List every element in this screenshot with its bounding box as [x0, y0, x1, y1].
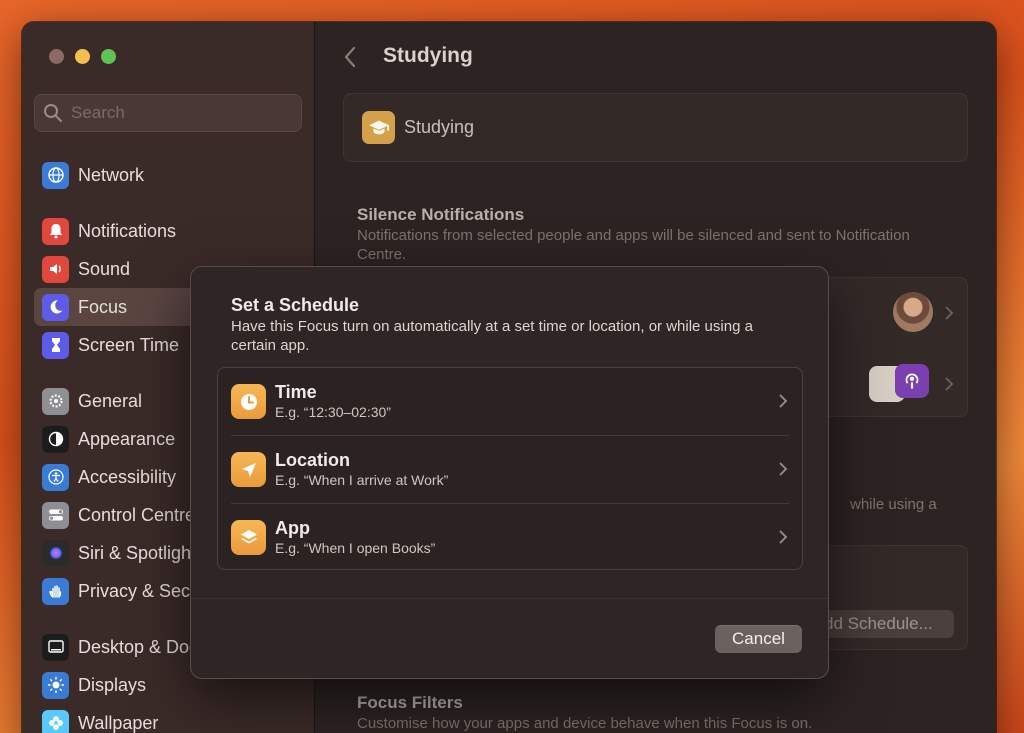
option-example: E.g. “When I arrive at Work” [275, 472, 449, 488]
focus-filters-heading: Focus Filters [357, 693, 463, 712]
globe-icon [42, 161, 69, 189]
avatar[interactable] [893, 292, 933, 332]
siri-icon [42, 539, 69, 567]
set-schedule-modal: Set a Schedule Have this Focus turn on a… [190, 266, 829, 679]
chevron-right-icon [779, 530, 788, 544]
search-field[interactable] [34, 94, 302, 132]
search-icon [44, 104, 62, 122]
chevron-right-icon[interactable] [943, 376, 955, 392]
traffic-lights [49, 49, 116, 64]
sidebar-item-label: Displays [78, 674, 147, 695]
option-app[interactable]: App E.g. “When I open Books” [218, 504, 802, 571]
flower-icon [42, 709, 69, 733]
sidebar-item-label: Desktop & Dock [78, 636, 208, 657]
modal-divider [191, 598, 828, 599]
page-title: Studying [383, 44, 473, 67]
clock-icon [231, 384, 266, 419]
option-location[interactable]: Location E.g. “When I arrive at Work” [218, 436, 802, 503]
option-label: Time [275, 382, 317, 402]
sidebar-item-label: General [78, 390, 143, 411]
close-window-button[interactable] [49, 49, 64, 64]
app-icons[interactable] [869, 364, 929, 404]
layers-icon [231, 520, 266, 555]
graduation-cap-icon [362, 111, 395, 144]
option-time[interactable]: Time E.g. “12:30–02:30” [218, 368, 802, 435]
schedule-options: Time E.g. “12:30–02:30” Location E.g. “W… [217, 367, 803, 570]
focus-filters-description: Customise how your apps and device behav… [357, 715, 813, 732]
option-label: Location [275, 450, 350, 470]
silence-heading: Silence Notifications [357, 205, 525, 224]
speaker-icon [42, 255, 69, 283]
option-label: App [275, 518, 310, 538]
search-input[interactable] [71, 103, 271, 123]
chevron-right-icon [779, 462, 788, 476]
sidebar-item-label: Sound [78, 258, 131, 279]
focus-name-card[interactable]: Studying [343, 93, 968, 162]
schedule-description-partial: while using a [850, 496, 937, 513]
back-chevron-icon[interactable] [340, 44, 360, 70]
gear-icon [42, 387, 69, 415]
sidebar-item-label: Wallpaper [78, 712, 159, 733]
silence-description: Notifications from selected people and a… [357, 227, 910, 263]
sidebar-item-network[interactable]: Network [34, 156, 304, 194]
dock-icon [42, 633, 69, 661]
minimize-window-button[interactable] [75, 49, 90, 64]
location-arrow-icon [231, 452, 266, 487]
sidebar-item-label: Accessibility [78, 466, 177, 487]
sidebar-item-label: Notifications [78, 220, 177, 241]
chevron-right-icon[interactable] [943, 305, 955, 321]
sun-icon [42, 671, 69, 699]
sidebar-item-notifications[interactable]: Notifications [34, 212, 304, 250]
sidebar-item-label: Siri & Spotlight [78, 542, 197, 563]
modal-title: Set a Schedule [231, 295, 360, 315]
toggles-icon [42, 501, 69, 529]
moon-icon [42, 293, 69, 321]
sidebar-item-label: Appearance [78, 428, 176, 449]
sidebar-item-wallpaper[interactable]: Wallpaper [34, 704, 304, 733]
hourglass-icon [42, 331, 69, 359]
sidebar-item-label: Network [78, 164, 145, 185]
option-example: E.g. “12:30–02:30” [275, 404, 391, 420]
sidebar-item-label: Focus [78, 296, 128, 317]
appearance-icon [42, 425, 69, 453]
accessibility-icon [42, 463, 69, 491]
modal-description: Have this Focus turn on automatically at… [231, 318, 753, 354]
sidebar-item-label: Screen Time [78, 334, 180, 355]
bell-icon [42, 217, 69, 245]
add-schedule-button[interactable]: dd Schedule... [816, 610, 954, 638]
hand-icon [42, 577, 69, 605]
sidebar-item-label: Control Centre [78, 504, 196, 525]
maximize-window-button[interactable] [101, 49, 116, 64]
option-example: E.g. “When I open Books” [275, 540, 436, 556]
chevron-right-icon [779, 394, 788, 408]
focus-name: Studying [404, 117, 475, 137]
cancel-button[interactable]: Cancel [715, 625, 802, 653]
podcasts-app-icon [895, 364, 929, 398]
